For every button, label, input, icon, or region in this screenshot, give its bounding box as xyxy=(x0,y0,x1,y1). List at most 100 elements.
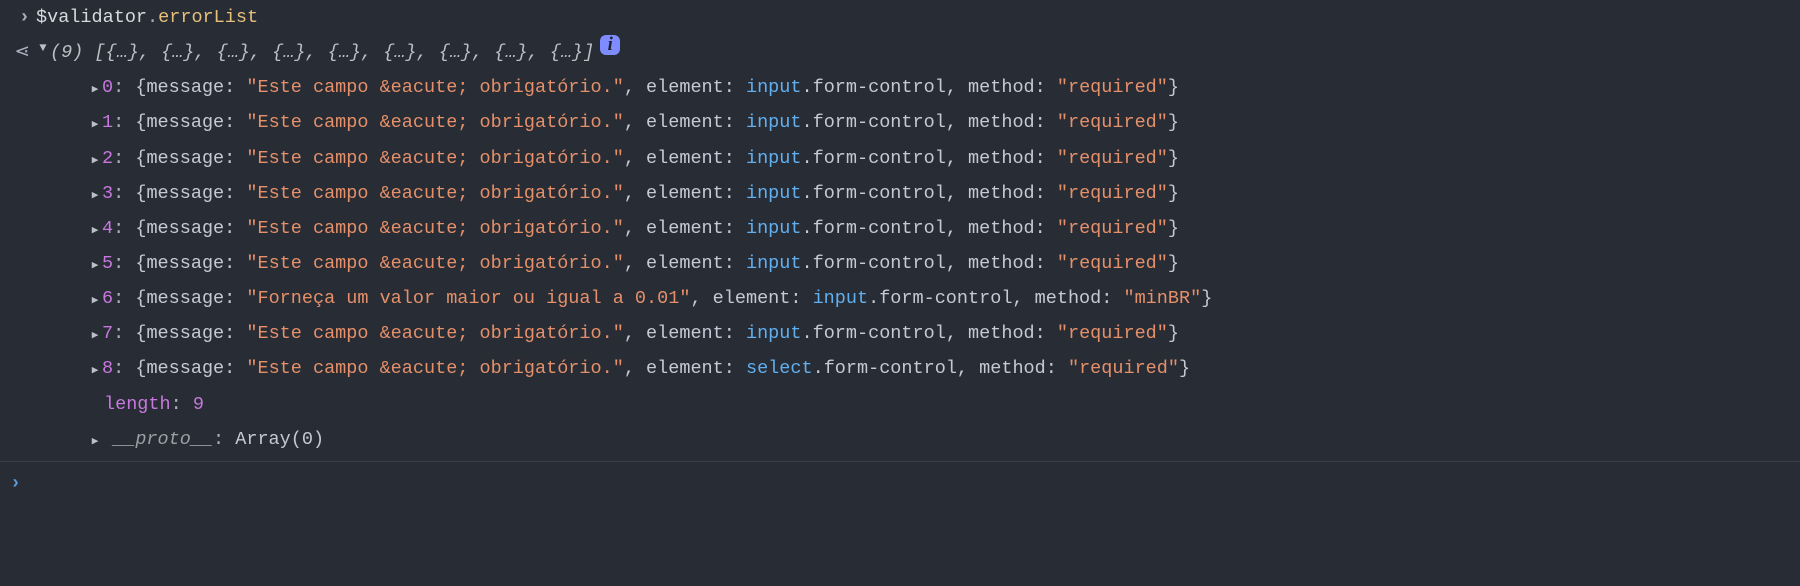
prop-key-method: method: xyxy=(968,323,1057,344)
array-length-row: length: 9 xyxy=(0,387,1800,422)
prop-val-element-class: .form-control xyxy=(801,253,945,274)
prop-key-message: message: xyxy=(146,253,246,274)
array-items: ▶0: {message: "Este campo &eacute; obrig… xyxy=(0,70,1800,386)
expand-toggle[interactable]: ▶ xyxy=(88,324,102,347)
prop-val-method: "required" xyxy=(1057,112,1168,133)
expand-toggle[interactable]: ▶ xyxy=(88,149,102,172)
item-index: 0 xyxy=(102,77,113,98)
prop-val-method: "required" xyxy=(1057,218,1168,239)
prop-val-element-tag: input xyxy=(746,218,802,239)
expand-toggle[interactable]: ▶ xyxy=(88,113,102,136)
prop-val-message: "Este campo &eacute; obrigatório." xyxy=(246,218,623,239)
prop-val-element-class: .form-control xyxy=(801,218,945,239)
item-index: 7 xyxy=(102,323,113,344)
prop-key-element: element: xyxy=(646,218,746,239)
prop-val-element-class: .form-control xyxy=(801,323,945,344)
prop-key-element: element: xyxy=(646,323,746,344)
prop-val-element-class: .form-control xyxy=(801,112,945,133)
prop-key-message: message: xyxy=(146,218,246,239)
item-index: 6 xyxy=(102,288,113,309)
item-index: 2 xyxy=(102,148,113,169)
console-result-line: ⋖ ▼ (9) [{…}, {…}, {…}, {…}, {…}, {…}, {… xyxy=(0,35,1800,70)
prop-val-message: "Este campo &eacute; obrigatório." xyxy=(246,77,623,98)
prop-val-element-class: .form-control xyxy=(801,77,945,98)
expand-toggle[interactable]: ▼ xyxy=(36,35,50,60)
prop-key-message: message: xyxy=(146,288,246,309)
array-item-row[interactable]: ▶4: {message: "Este campo &eacute; obrig… xyxy=(0,211,1800,246)
prop-val-method: "required" xyxy=(1057,183,1168,204)
array-proto-row[interactable]: ▶ __proto__: Array(0) xyxy=(0,422,1800,457)
console-new-prompt[interactable]: › xyxy=(0,462,1800,505)
prop-key-method: method: xyxy=(979,358,1068,379)
prop-key-element: element: xyxy=(646,253,746,274)
array-item-row[interactable]: ▶8: {message: "Este campo &eacute; obrig… xyxy=(0,351,1800,386)
info-icon[interactable]: i xyxy=(600,35,620,55)
array-item-row[interactable]: ▶0: {message: "Este campo &eacute; obrig… xyxy=(0,70,1800,105)
item-index: 5 xyxy=(102,253,113,274)
expand-toggle[interactable]: ▶ xyxy=(88,254,102,277)
prop-val-message: "Forneça um valor maior ou igual a 0.01" xyxy=(246,288,690,309)
output-indicator-icon: ⋖ xyxy=(6,35,36,70)
prop-val-element-tag: input xyxy=(746,112,802,133)
array-item-row[interactable]: ▶1: {message: "Este campo &eacute; obrig… xyxy=(0,105,1800,140)
prop-val-message: "Este campo &eacute; obrigatório." xyxy=(246,358,623,379)
console-input-line: › $validator.errorList xyxy=(0,0,1800,35)
prop-key-method: method: xyxy=(968,77,1057,98)
array-item-row[interactable]: ▶5: {message: "Este campo &eacute; obrig… xyxy=(0,246,1800,281)
prop-val-message: "Este campo &eacute; obrigatório." xyxy=(246,253,623,274)
prop-val-element-class: .form-control xyxy=(801,183,945,204)
item-index: 1 xyxy=(102,112,113,133)
input-prompt-icon: › xyxy=(6,466,21,501)
array-summary[interactable]: (9) [{…}, {…}, {…}, {…}, {…}, {…}, {…}, … xyxy=(50,35,594,70)
prop-val-message: "Este campo &eacute; obrigatório." xyxy=(246,183,623,204)
prop-key-element: element: xyxy=(713,288,813,309)
expand-toggle[interactable]: ▶ xyxy=(88,184,102,207)
prop-key-element: element: xyxy=(646,358,746,379)
prop-key-method: method: xyxy=(968,253,1057,274)
console-input-expression[interactable]: $validator.errorList xyxy=(36,0,258,35)
expand-toggle[interactable]: ▶ xyxy=(88,219,102,242)
item-index: 4 xyxy=(102,218,113,239)
expand-toggle[interactable]: ▶ xyxy=(88,289,102,312)
expand-toggle[interactable]: ▶ xyxy=(88,430,102,453)
prop-val-message: "Este campo &eacute; obrigatório." xyxy=(246,112,623,133)
prop-val-method: "required" xyxy=(1057,323,1168,344)
prop-val-element-tag: input xyxy=(746,77,802,98)
array-item-row[interactable]: ▶7: {message: "Este campo &eacute; obrig… xyxy=(0,316,1800,351)
prop-val-element-tag: input xyxy=(813,288,869,309)
prop-val-message: "Este campo &eacute; obrigatório." xyxy=(246,148,623,169)
expand-toggle[interactable]: ▶ xyxy=(88,359,102,382)
prop-val-message: "Este campo &eacute; obrigatório." xyxy=(246,323,623,344)
prop-key-method: method: xyxy=(968,112,1057,133)
prop-key-element: element: xyxy=(646,112,746,133)
prop-key-message: message: xyxy=(146,323,246,344)
prop-val-element-class: .form-control xyxy=(801,148,945,169)
prop-key-element: element: xyxy=(646,183,746,204)
prop-val-element-tag: input xyxy=(746,323,802,344)
array-item-row[interactable]: ▶6: {message: "Forneça um valor maior ou… xyxy=(0,281,1800,316)
prop-key-message: message: xyxy=(146,358,246,379)
prop-key-method: method: xyxy=(968,218,1057,239)
prop-key-element: element: xyxy=(646,77,746,98)
prop-val-element-class: .form-control xyxy=(868,288,1012,309)
expand-toggle[interactable]: ▶ xyxy=(88,78,102,101)
prop-key-element: element: xyxy=(646,148,746,169)
array-item-row[interactable]: ▶3: {message: "Este campo &eacute; obrig… xyxy=(0,176,1800,211)
array-item-row[interactable]: ▶2: {message: "Este campo &eacute; obrig… xyxy=(0,141,1800,176)
prop-val-element-tag: input xyxy=(746,183,802,204)
prop-val-method: "minBR" xyxy=(1123,288,1201,309)
prop-val-element-tag: input xyxy=(746,253,802,274)
prop-key-message: message: xyxy=(146,148,246,169)
prop-val-element-class: .form-control xyxy=(813,358,957,379)
prop-key-method: method: xyxy=(968,183,1057,204)
prop-val-element-tag: input xyxy=(746,148,802,169)
prop-key-method: method: xyxy=(1035,288,1124,309)
prop-val-element-tag: select xyxy=(746,358,813,379)
item-index: 8 xyxy=(102,358,113,379)
prop-key-message: message: xyxy=(146,77,246,98)
prop-val-method: "required" xyxy=(1057,253,1168,274)
item-index: 3 xyxy=(102,183,113,204)
prop-val-method: "required" xyxy=(1057,148,1168,169)
prop-val-method: "required" xyxy=(1057,77,1168,98)
prop-key-method: method: xyxy=(968,148,1057,169)
